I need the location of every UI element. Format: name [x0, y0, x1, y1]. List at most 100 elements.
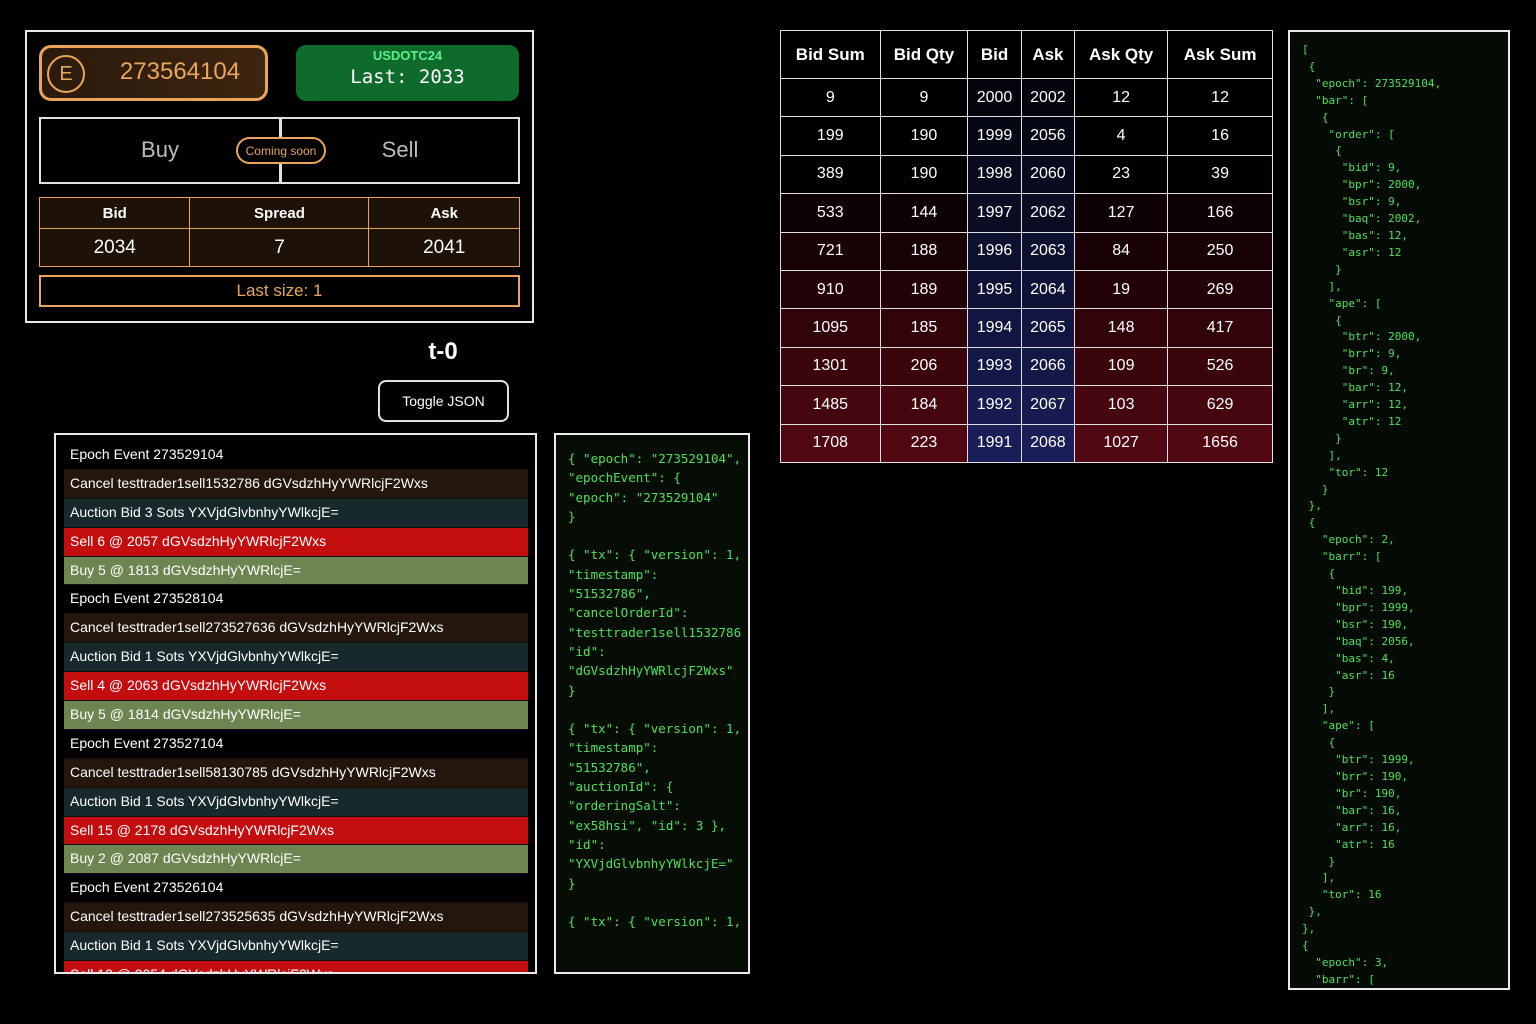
order-book-cell-ask-sum: 629 [1167, 385, 1273, 425]
order-book-cell-ask: 2002 [1020, 77, 1076, 118]
event-row-cancel[interactable]: Cancel testtrader1sell273527636 dGVsdzhH… [64, 614, 528, 644]
epoch-icon: E [47, 55, 85, 93]
order-book-table: Bid Sum Bid Qty Bid Ask Ask Qty Ask Sum 9 9 200… [780, 30, 1273, 463]
order-book-cell-ask-sum: 39 [1167, 154, 1273, 195]
toggle-json-button[interactable]: Toggle JSON [378, 380, 509, 422]
order-book-cell-bid: 1996 [967, 231, 1022, 271]
event-row-auction[interactable]: Auction Bid 1 Sots YXVjdGlvbnhyYWlkcjE= [64, 643, 528, 673]
quote-header-bid: Bid [38, 197, 191, 229]
order-book-cell-bid: 1999 [967, 116, 1022, 156]
buy-button[interactable]: Buy [80, 137, 240, 163]
order-book-row[interactable]: 1301 206 1993 2066 109 526 [780, 346, 1273, 387]
event-log[interactable]: Epoch Event 273529104 Cancel testtrader1s… [54, 433, 537, 974]
event-row-cancel[interactable]: Cancel testtrader1sell273525635 dGVsdzhH… [64, 903, 528, 933]
order-book-cell-bid-sum: 199 [780, 116, 881, 156]
order-book-cell-bid-qty: 223 [879, 423, 969, 463]
order-book-json-panel[interactable]: [ { "epoch": 273529104, "bar": [ { "orde… [1288, 30, 1510, 990]
event-row-cancel[interactable]: Cancel testtrader1sell58130785 dGVsdzhHy… [64, 758, 528, 788]
quote-table: Bid Spread Ask 2034 7 2041 [38, 197, 520, 267]
event-row-sell[interactable]: Sell 6 @ 2057 dGVsdzhHyYWRlcjF2Wxs [64, 527, 528, 557]
order-book-row[interactable]: 199 190 1999 2056 4 16 [780, 116, 1273, 156]
order-book-row[interactable]: 910 189 1995 2064 19 269 [780, 269, 1273, 310]
order-book-row[interactable]: 389 190 1998 2060 23 39 [780, 154, 1273, 195]
order-book-json-text: [ { "epoch": 273529104, "bar": [ { "orde… [1302, 43, 1442, 986]
event-row-auction[interactable]: Auction Bid 1 Sots YXVjdGlvbnhyYWlkcjE= [64, 787, 528, 817]
event-row-epoch[interactable]: Epoch Event 273527104 [64, 729, 528, 759]
order-book-cell-bid-qty: 9 [879, 77, 969, 118]
order-book-row[interactable]: 1095 185 1994 2065 148 417 [780, 308, 1273, 348]
order-book-cell-bid: 1998 [967, 154, 1022, 195]
event-row-auction[interactable]: Auction Bid 1 Sots YXVjdGlvbnhyYWlkcjE= [64, 932, 528, 962]
event-row-epoch[interactable]: Epoch Event 273526104 [64, 874, 528, 904]
order-book-cell-bid: 1992 [967, 385, 1022, 425]
order-book-cell-bid-sum: 721 [780, 231, 881, 271]
order-book-body: 9 9 2000 2002 12 12 199 190 1999 2056 4 16 389 190 199… [780, 77, 1273, 463]
order-book-cell-bid: 1991 [967, 423, 1022, 463]
order-book-header-bid-sum[interactable]: Bid Sum [780, 30, 881, 79]
order-book-cell-ask-sum: 166 [1167, 193, 1273, 233]
order-book-cell-ask: 2063 [1020, 231, 1076, 271]
order-book-cell-ask-sum: 1656 [1167, 423, 1273, 463]
epoch-number: 273564104 [119, 58, 241, 85]
event-row-sell[interactable]: Sell 12 @ 2054 dGVsdzhHyYWRlcjF2Wxs [64, 961, 528, 972]
order-book-row[interactable]: 1708 223 1991 2068 1027 1656 [780, 423, 1273, 463]
order-book-cell-ask-qty: 19 [1074, 269, 1169, 310]
event-row-buy[interactable]: Buy 2 @ 2087 dGVsdzhHyYWRlcjE= [64, 845, 528, 875]
order-book-cell-bid-qty: 206 [879, 346, 969, 387]
order-book-cell-bid-sum: 1301 [780, 346, 881, 387]
coming-soon-badge: Coming soon [236, 137, 326, 164]
sell-button[interactable]: Sell [320, 137, 480, 163]
event-json-panel[interactable]: { "epoch": "273529104", "epochEvent": { … [554, 433, 750, 974]
event-row-epoch[interactable]: Epoch Event 273528104 [64, 585, 528, 615]
order-book-cell-bid-sum: 910 [780, 269, 881, 310]
order-book-cell-ask-sum: 417 [1167, 308, 1273, 348]
event-row-cancel[interactable]: Cancel testtrader1sell1532786 dGVsdzhHyY… [64, 469, 528, 499]
order-book-row[interactable]: 1485 184 1992 2067 103 629 [780, 385, 1273, 425]
order-book-cell-ask-qty: 4 [1074, 116, 1169, 156]
order-book-cell-bid-qty: 185 [879, 308, 969, 348]
order-book-row[interactable]: 9 9 2000 2002 12 12 [780, 77, 1273, 118]
order-book-cell-bid: 1997 [967, 193, 1022, 233]
order-book-header-ask-sum[interactable]: Ask Sum [1167, 30, 1273, 79]
order-book-row[interactable]: 721 188 1996 2063 84 250 [780, 231, 1273, 271]
order-book-cell-ask-sum: 526 [1167, 346, 1273, 387]
order-book-cell-ask-qty: 84 [1074, 231, 1169, 271]
order-book-cell-bid-sum: 389 [780, 154, 881, 195]
order-book-cell-ask-qty: 127 [1074, 193, 1169, 233]
order-book-cell-bid: 1995 [967, 269, 1022, 310]
event-list: Epoch Event 273529104 Cancel testtrader1s… [64, 441, 528, 972]
order-book-cell-ask-sum: 12 [1167, 77, 1273, 118]
order-book-cell-ask-sum: 250 [1167, 231, 1273, 271]
quote-header-ask: Ask [368, 197, 520, 229]
order-book-cell-bid-sum: 1485 [780, 385, 881, 425]
order-book-cell-bid-qty: 188 [879, 231, 969, 271]
order-book-cell-ask: 2056 [1020, 116, 1076, 156]
order-book-cell-ask-qty: 148 [1074, 308, 1169, 348]
event-row-sell[interactable]: Sell 15 @ 2178 dGVsdzhHyYWRlcjF2Wxs [64, 816, 528, 846]
last-price: Last: 2033 [350, 66, 465, 88]
order-book-cell-ask: 2064 [1020, 269, 1076, 310]
symbol-label: USDOTC24 [372, 48, 443, 63]
event-row-sell[interactable]: Sell 4 @ 2063 dGVsdzhHyYWRlcjF2Wxs [64, 672, 528, 702]
order-book-cell-bid: 1993 [967, 346, 1022, 387]
order-book-cell-bid-qty: 189 [879, 269, 969, 310]
order-book-header-ask-qty[interactable]: Ask Qty [1074, 30, 1169, 79]
order-book-header-ask[interactable]: Ask [1020, 30, 1076, 79]
order-book-cell-bid-sum: 9 [780, 77, 881, 118]
order-book-cell-ask-qty: 109 [1074, 346, 1169, 387]
order-book-row[interactable]: 533 144 1997 2062 127 166 [780, 193, 1273, 233]
event-row-auction[interactable]: Auction Bid 3 Sots YXVjdGlvbnhyYWlkcjE= [64, 498, 528, 528]
event-row-epoch[interactable]: Epoch Event 273529104 [64, 441, 528, 470]
order-book-cell-ask-sum: 269 [1167, 269, 1273, 310]
quote-spread-value: 7 [189, 228, 370, 267]
order-book-cell-ask: 2068 [1020, 423, 1076, 463]
order-book-cell-ask-qty: 103 [1074, 385, 1169, 425]
event-row-buy[interactable]: Buy 5 @ 1814 dGVsdzhHyYWRlcjE= [64, 701, 528, 730]
order-book-cell-ask: 2062 [1020, 193, 1076, 233]
order-book-cell-ask-qty: 12 [1074, 77, 1169, 118]
quote-header-spread: Spread [189, 197, 370, 229]
order-book-cell-bid-qty: 144 [879, 193, 969, 233]
order-book-header-bid-qty[interactable]: Bid Qty [879, 30, 969, 79]
order-book-header-bid[interactable]: Bid [967, 30, 1022, 79]
event-row-buy[interactable]: Buy 5 @ 1813 dGVsdzhHyYWRlcjE= [64, 556, 528, 586]
